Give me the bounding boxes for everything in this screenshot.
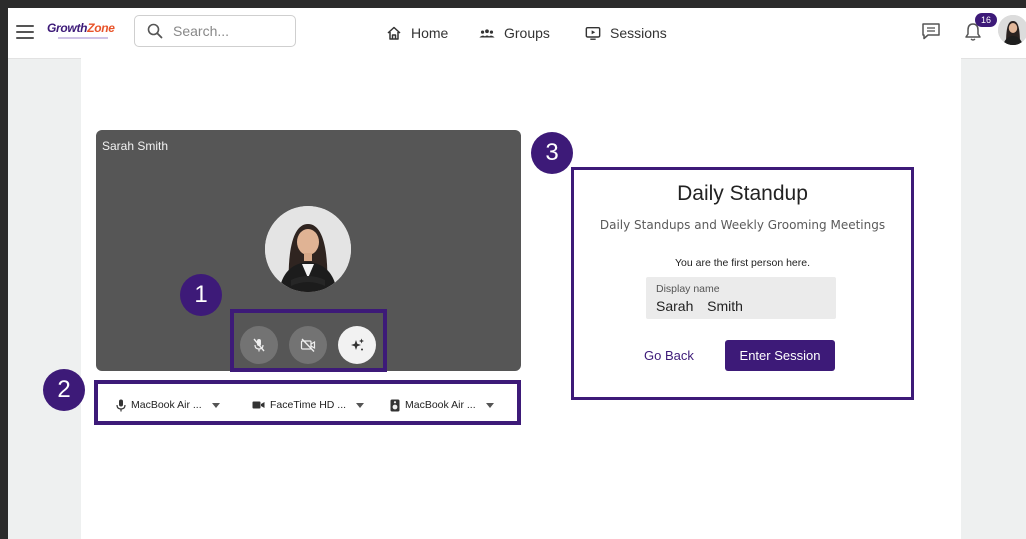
search-icon <box>147 23 163 39</box>
chat-icon[interactable] <box>921 22 941 45</box>
menu-icon[interactable] <box>16 25 34 39</box>
chevron-down-icon <box>211 402 220 408</box>
callout-number-1: 1 <box>180 274 222 316</box>
nav-sessions-label: Sessions <box>610 25 667 41</box>
microphone-select[interactable]: MacBook Air ... <box>116 397 220 413</box>
notification-badge: 16 <box>975 13 997 27</box>
microphone-select-label: MacBook Air ... <box>131 399 202 411</box>
session-description: Daily Standups and Weekly Grooming Meeti… <box>599 218 886 232</box>
display-name-input[interactable] <box>656 297 826 315</box>
camera-off-icon <box>300 338 316 352</box>
camera-icon <box>252 401 265 409</box>
participant-avatar <box>265 206 351 292</box>
nav-groups[interactable]: Groups <box>479 22 550 44</box>
effects-button[interactable] <box>338 326 376 364</box>
search-box[interactable] <box>134 15 296 47</box>
user-avatar[interactable] <box>998 15 1026 45</box>
camera-select[interactable]: FaceTime HD ... <box>252 397 365 413</box>
home-icon <box>386 25 402 41</box>
speaker-select[interactable]: MacBook Air ... <box>390 397 494 413</box>
chevron-down-icon <box>356 402 365 408</box>
mic-toggle-button[interactable] <box>240 326 278 364</box>
top-navigation-bar: GrowthZone Home Groups Sess <box>8 8 1026 59</box>
callout-number-3: 3 <box>531 132 573 174</box>
nav-sessions[interactable]: Sessions <box>585 22 667 44</box>
effects-icon <box>351 338 364 351</box>
camera-select-label: FaceTime HD ... <box>270 399 347 411</box>
search-input[interactable] <box>173 22 288 40</box>
app-screen: GrowthZone Home Groups Sess <box>8 8 1026 539</box>
session-join-card: Daily Standup Daily Standups and Weekly … <box>574 170 911 397</box>
enter-session-button[interactable]: Enter Session <box>725 340 835 371</box>
logo-tagline <box>58 37 108 39</box>
participant-name: Sarah Smith <box>102 139 169 153</box>
display-name-field[interactable]: Display name <box>646 277 836 319</box>
nav-home-label: Home <box>411 25 449 41</box>
camera-toggle-button[interactable] <box>289 326 327 364</box>
device-selectors: MacBook Air ... FaceTime HD ... MacBook … <box>104 390 516 422</box>
nav-home[interactable]: Home <box>386 22 448 44</box>
chevron-down-icon <box>485 402 494 408</box>
mic-off-icon <box>253 338 265 352</box>
nav-groups-label: Groups <box>504 25 550 41</box>
speaker-icon <box>390 399 400 411</box>
sessions-icon <box>585 25 601 41</box>
display-name-label: Display name <box>656 283 720 295</box>
callout-number-2: 2 <box>43 369 85 411</box>
speaker-select-label: MacBook Air ... <box>405 399 476 411</box>
session-title: Daily Standup <box>677 182 808 205</box>
go-back-link[interactable]: Go Back <box>644 348 694 363</box>
groups-icon <box>479 25 495 41</box>
growthzone-logo[interactable]: GrowthZone <box>47 21 115 35</box>
microphone-icon <box>116 399 126 411</box>
presence-note: You are the first person here. <box>674 257 811 269</box>
